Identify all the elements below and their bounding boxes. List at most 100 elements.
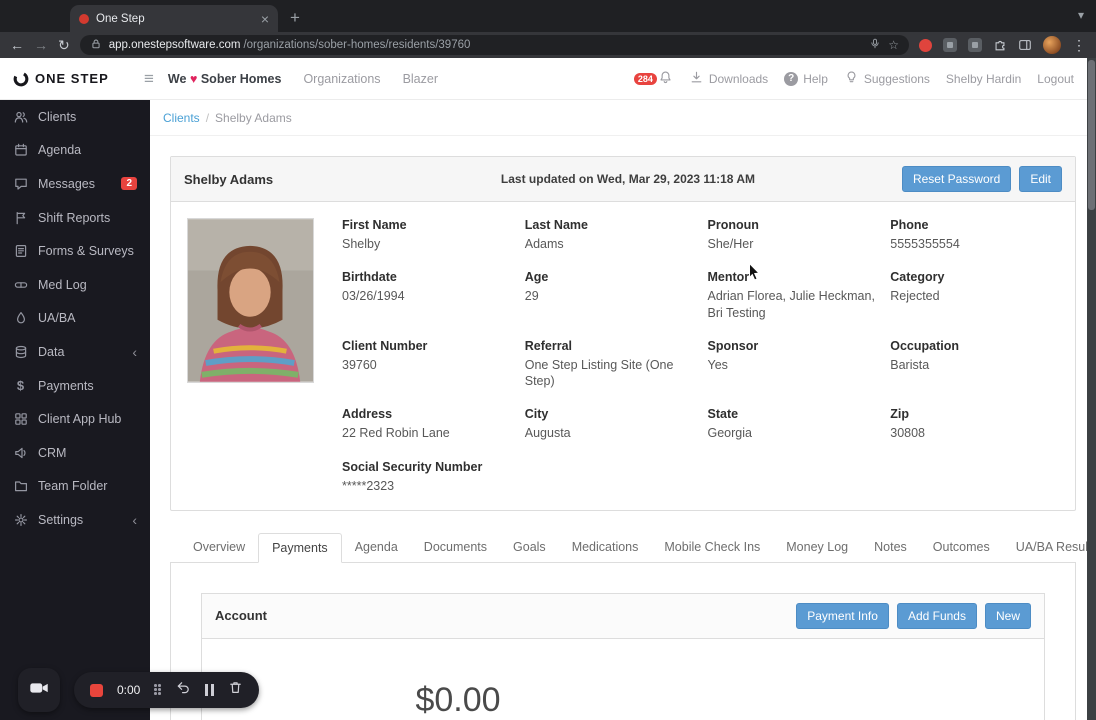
tab-search-chevron-icon[interactable]: ▾ bbox=[1078, 8, 1084, 22]
sidebar-item-shift-reports[interactable]: Shift Reports bbox=[0, 201, 150, 235]
new-button[interactable]: New bbox=[984, 602, 1031, 629]
account-header: Account Payment Info Add Funds New bbox=[202, 593, 1044, 639]
tab-mobile-check-ins[interactable]: Mobile Check Ins bbox=[651, 533, 773, 563]
sidebar-item-forms-surveys[interactable]: Forms & Surveys bbox=[0, 234, 150, 268]
sidebar-item-messages[interactable]: Messages 2 bbox=[0, 167, 150, 201]
tab-outcomes[interactable]: Outcomes bbox=[920, 533, 1003, 563]
breadcrumb-separator: / bbox=[205, 110, 210, 125]
sidebar-item-crm[interactable]: CRM bbox=[0, 436, 150, 470]
help-link[interactable]: ? Help bbox=[784, 71, 828, 86]
tab-medications[interactable]: Medications bbox=[559, 533, 652, 563]
tab-title: One Step bbox=[96, 12, 145, 25]
browser-profile-avatar[interactable] bbox=[1043, 36, 1061, 54]
pause-recording-icon[interactable] bbox=[205, 684, 215, 696]
client-fields-grid: First Name Shelby Last Name Adams Pronoun S… bbox=[342, 218, 1059, 494]
brand-text: ONE STEP bbox=[35, 71, 109, 86]
sidebar-item-client-app-hub[interactable]: Client App Hub bbox=[0, 402, 150, 436]
chevron-left-icon: ‹ bbox=[132, 343, 137, 360]
suggestions-link[interactable]: Suggestions bbox=[844, 70, 930, 88]
tab-notes[interactable]: Notes bbox=[861, 533, 920, 563]
back-icon[interactable]: ← bbox=[10, 38, 24, 52]
microphone-icon[interactable] bbox=[869, 38, 881, 53]
current-user[interactable]: Shelby Hardin bbox=[946, 72, 1021, 86]
bell-icon bbox=[658, 70, 673, 88]
sidebar-item-uaba[interactable]: UA/BA bbox=[0, 302, 150, 336]
new-tab-button[interactable]: + bbox=[290, 8, 300, 28]
recorder-extension-icon[interactable] bbox=[919, 38, 932, 52]
download-icon bbox=[689, 70, 704, 88]
field-birthdate: Birthdate 03/26/1994 bbox=[342, 270, 405, 304]
nav-organizations[interactable]: Organizations bbox=[303, 72, 380, 86]
sidebar-item-team-folder[interactable]: Team Folder bbox=[0, 470, 150, 504]
site-favicon bbox=[79, 13, 89, 24]
main-content: Clients / Shelby Adams Shelby Adams Last… bbox=[150, 100, 1096, 720]
downloads-link[interactable]: Downloads bbox=[689, 70, 768, 88]
pill-icon bbox=[13, 278, 28, 292]
account-title: Account bbox=[215, 608, 267, 624]
recorder-camera-button[interactable] bbox=[18, 668, 60, 712]
address-bar[interactable]: app.onestepsoftware.com/organizations/so… bbox=[79, 35, 909, 55]
tab-agenda[interactable]: Agenda bbox=[342, 533, 411, 563]
extension-icon[interactable] bbox=[943, 38, 957, 52]
reload-icon[interactable]: ↻ bbox=[58, 38, 70, 52]
sidebar-item-settings[interactable]: Settings ‹ bbox=[0, 503, 150, 537]
sidebar-item-clients[interactable]: Clients bbox=[0, 100, 150, 134]
sidebar-item-agenda[interactable]: Agenda bbox=[0, 134, 150, 168]
hamburger-menu-icon[interactable]: ≡ bbox=[144, 69, 154, 89]
reset-password-button[interactable]: Reset Password bbox=[901, 166, 1012, 192]
account-body: $0.00 Available Funds View History Bille… bbox=[202, 639, 1044, 720]
stop-recording-button[interactable] bbox=[90, 683, 103, 697]
client-card-header: Shelby Adams Last updated on Wed, Mar 29… bbox=[171, 157, 1075, 202]
extension-icon-2[interactable] bbox=[968, 38, 982, 52]
tab-payments[interactable]: Payments bbox=[258, 532, 342, 563]
nav-blazer[interactable]: Blazer bbox=[403, 72, 438, 86]
edit-button[interactable]: Edit bbox=[1019, 166, 1062, 192]
field-city: City Augusta bbox=[524, 407, 571, 441]
forward-icon[interactable]: → bbox=[34, 38, 48, 52]
field-ssn: Social Security Number *****2323 bbox=[342, 459, 483, 493]
tab-goals[interactable]: Goals bbox=[500, 533, 559, 563]
bookmark-star-icon[interactable]: ☆ bbox=[888, 38, 899, 52]
client-name: Shelby Adams bbox=[184, 171, 274, 187]
field-address: Address 22 Red Robin Lane bbox=[342, 407, 450, 441]
notifications-bell[interactable]: 284 bbox=[633, 70, 673, 88]
add-funds-button[interactable]: Add Funds bbox=[896, 602, 977, 629]
scrollbar-thumb[interactable] bbox=[1088, 60, 1095, 210]
field-pronoun: Pronoun She/Her bbox=[707, 218, 759, 251]
megaphone-icon bbox=[13, 446, 28, 460]
header-nav: We ♥ Sober Homes Organizations Blazer bbox=[168, 72, 438, 86]
droplet-icon bbox=[13, 311, 28, 325]
puzzle-extensions-icon[interactable] bbox=[993, 38, 1007, 52]
side-panel-icon[interactable] bbox=[1018, 38, 1032, 52]
header-right: 284 Downloads ? Help Suggestions Shelby … bbox=[633, 70, 1096, 88]
last-updated-text: Last updated on Wed, Mar 29, 2023 11:18 … bbox=[500, 172, 756, 186]
flag-icon bbox=[13, 211, 28, 225]
client-card: Shelby Adams Last updated on Wed, Mar 29… bbox=[170, 156, 1076, 511]
tab-uaba-results[interactable]: UA/BA Results bbox=[1003, 533, 1096, 563]
field-first-name: First Name Shelby bbox=[342, 218, 407, 251]
field-sponsor: Sponsor Yes bbox=[707, 338, 759, 372]
page-scrollbar[interactable] bbox=[1087, 58, 1096, 720]
browser-menu-icon[interactable]: ⋮ bbox=[1072, 38, 1086, 52]
sidebar-item-data[interactable]: Data ‹ bbox=[0, 335, 150, 369]
chat-icon bbox=[13, 177, 28, 191]
tab-documents[interactable]: Documents bbox=[411, 533, 500, 563]
delete-recording-icon[interactable] bbox=[228, 680, 243, 700]
onestep-logo[interactable]: ONE STEP bbox=[0, 70, 150, 88]
org-switcher[interactable]: We ♥ Sober Homes bbox=[168, 72, 282, 86]
tab-overview[interactable]: Overview bbox=[180, 533, 258, 563]
logout-link[interactable]: Logout bbox=[1037, 72, 1074, 86]
notification-badge: 284 bbox=[633, 72, 657, 85]
breadcrumb-current: Shelby Adams bbox=[215, 110, 292, 125]
browser-tab[interactable]: One Step × bbox=[70, 5, 278, 32]
sidebar-item-payments[interactable]: $ Payments bbox=[0, 369, 150, 403]
payment-info-button[interactable]: Payment Info bbox=[796, 602, 889, 629]
payments-panel: Account Payment Info Add Funds New $0.00… bbox=[170, 562, 1076, 720]
tab-close-icon[interactable]: × bbox=[261, 11, 269, 27]
tab-money-log[interactable]: Money Log bbox=[773, 533, 861, 563]
drag-handle-icon[interactable] bbox=[154, 684, 162, 696]
restart-recording-icon[interactable] bbox=[176, 680, 191, 700]
breadcrumb-clients-link[interactable]: Clients bbox=[163, 111, 200, 125]
sidebar-item-med-log[interactable]: Med Log bbox=[0, 268, 150, 302]
form-icon bbox=[13, 244, 28, 258]
